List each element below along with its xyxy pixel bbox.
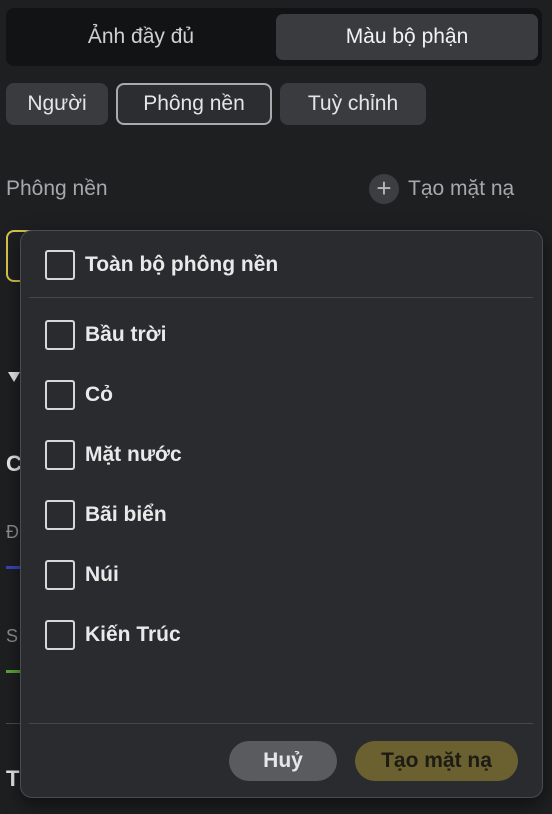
chip-person[interactable]: Người: [6, 83, 108, 125]
create-mask-button[interactable]: Tạo mặt nạ: [355, 741, 518, 781]
option-label: Núi: [85, 563, 119, 586]
create-mask-link[interactable]: + Tạo mặt nạ: [369, 174, 514, 204]
option-grass[interactable]: Cỏ: [45, 380, 113, 410]
option-label: Kiến Trúc: [85, 623, 181, 646]
view-mode-segmented-control: Ảnh đầy đủ Màu bộ phận: [6, 8, 542, 66]
divider: [29, 297, 533, 298]
plus-icon: +: [369, 174, 399, 204]
option-sky[interactable]: Bầu trời: [45, 320, 166, 350]
partial-label-d: Đ: [6, 522, 19, 542]
option-label: Mặt nước: [85, 443, 182, 466]
partial-label-s: S: [6, 626, 19, 646]
divider: [29, 723, 533, 724]
checkbox[interactable]: [45, 500, 75, 530]
option-beach[interactable]: Bãi biển: [45, 500, 167, 530]
tab-full-image[interactable]: Ảnh đầy đủ: [10, 14, 272, 60]
option-water[interactable]: Mặt nước: [45, 440, 182, 470]
create-mask-label: Tạo mặt nạ: [408, 177, 515, 200]
option-label: Cỏ: [85, 383, 113, 406]
checkbox[interactable]: [45, 320, 75, 350]
partial-heading-t: T: [6, 766, 20, 791]
cancel-button[interactable]: Huỷ: [229, 741, 337, 781]
disclosure-triangle-icon[interactable]: [8, 372, 20, 382]
checkbox[interactable]: [45, 620, 75, 650]
background-mask-popup: Toàn bộ phông nền Bầu trời Cỏ Mặt nước B…: [20, 230, 543, 798]
option-label: Toàn bộ phông nền: [85, 253, 279, 276]
checkbox[interactable]: [45, 250, 75, 280]
option-label: Bãi biển: [85, 503, 167, 526]
chip-background[interactable]: Phông nền: [116, 83, 272, 125]
section-title: Phông nền: [6, 177, 108, 200]
option-label: Bầu trời: [85, 323, 167, 346]
checkbox[interactable]: [45, 440, 75, 470]
chip-custom[interactable]: Tuỳ chỉnh: [280, 83, 426, 125]
tab-part-color[interactable]: Màu bộ phận: [276, 14, 538, 60]
option-all-background[interactable]: Toàn bộ phông nền: [45, 250, 278, 280]
checkbox[interactable]: [45, 380, 75, 410]
checkbox[interactable]: [45, 560, 75, 590]
option-architecture[interactable]: Kiến Trúc: [45, 620, 181, 650]
option-mountain[interactable]: Núi: [45, 560, 119, 590]
